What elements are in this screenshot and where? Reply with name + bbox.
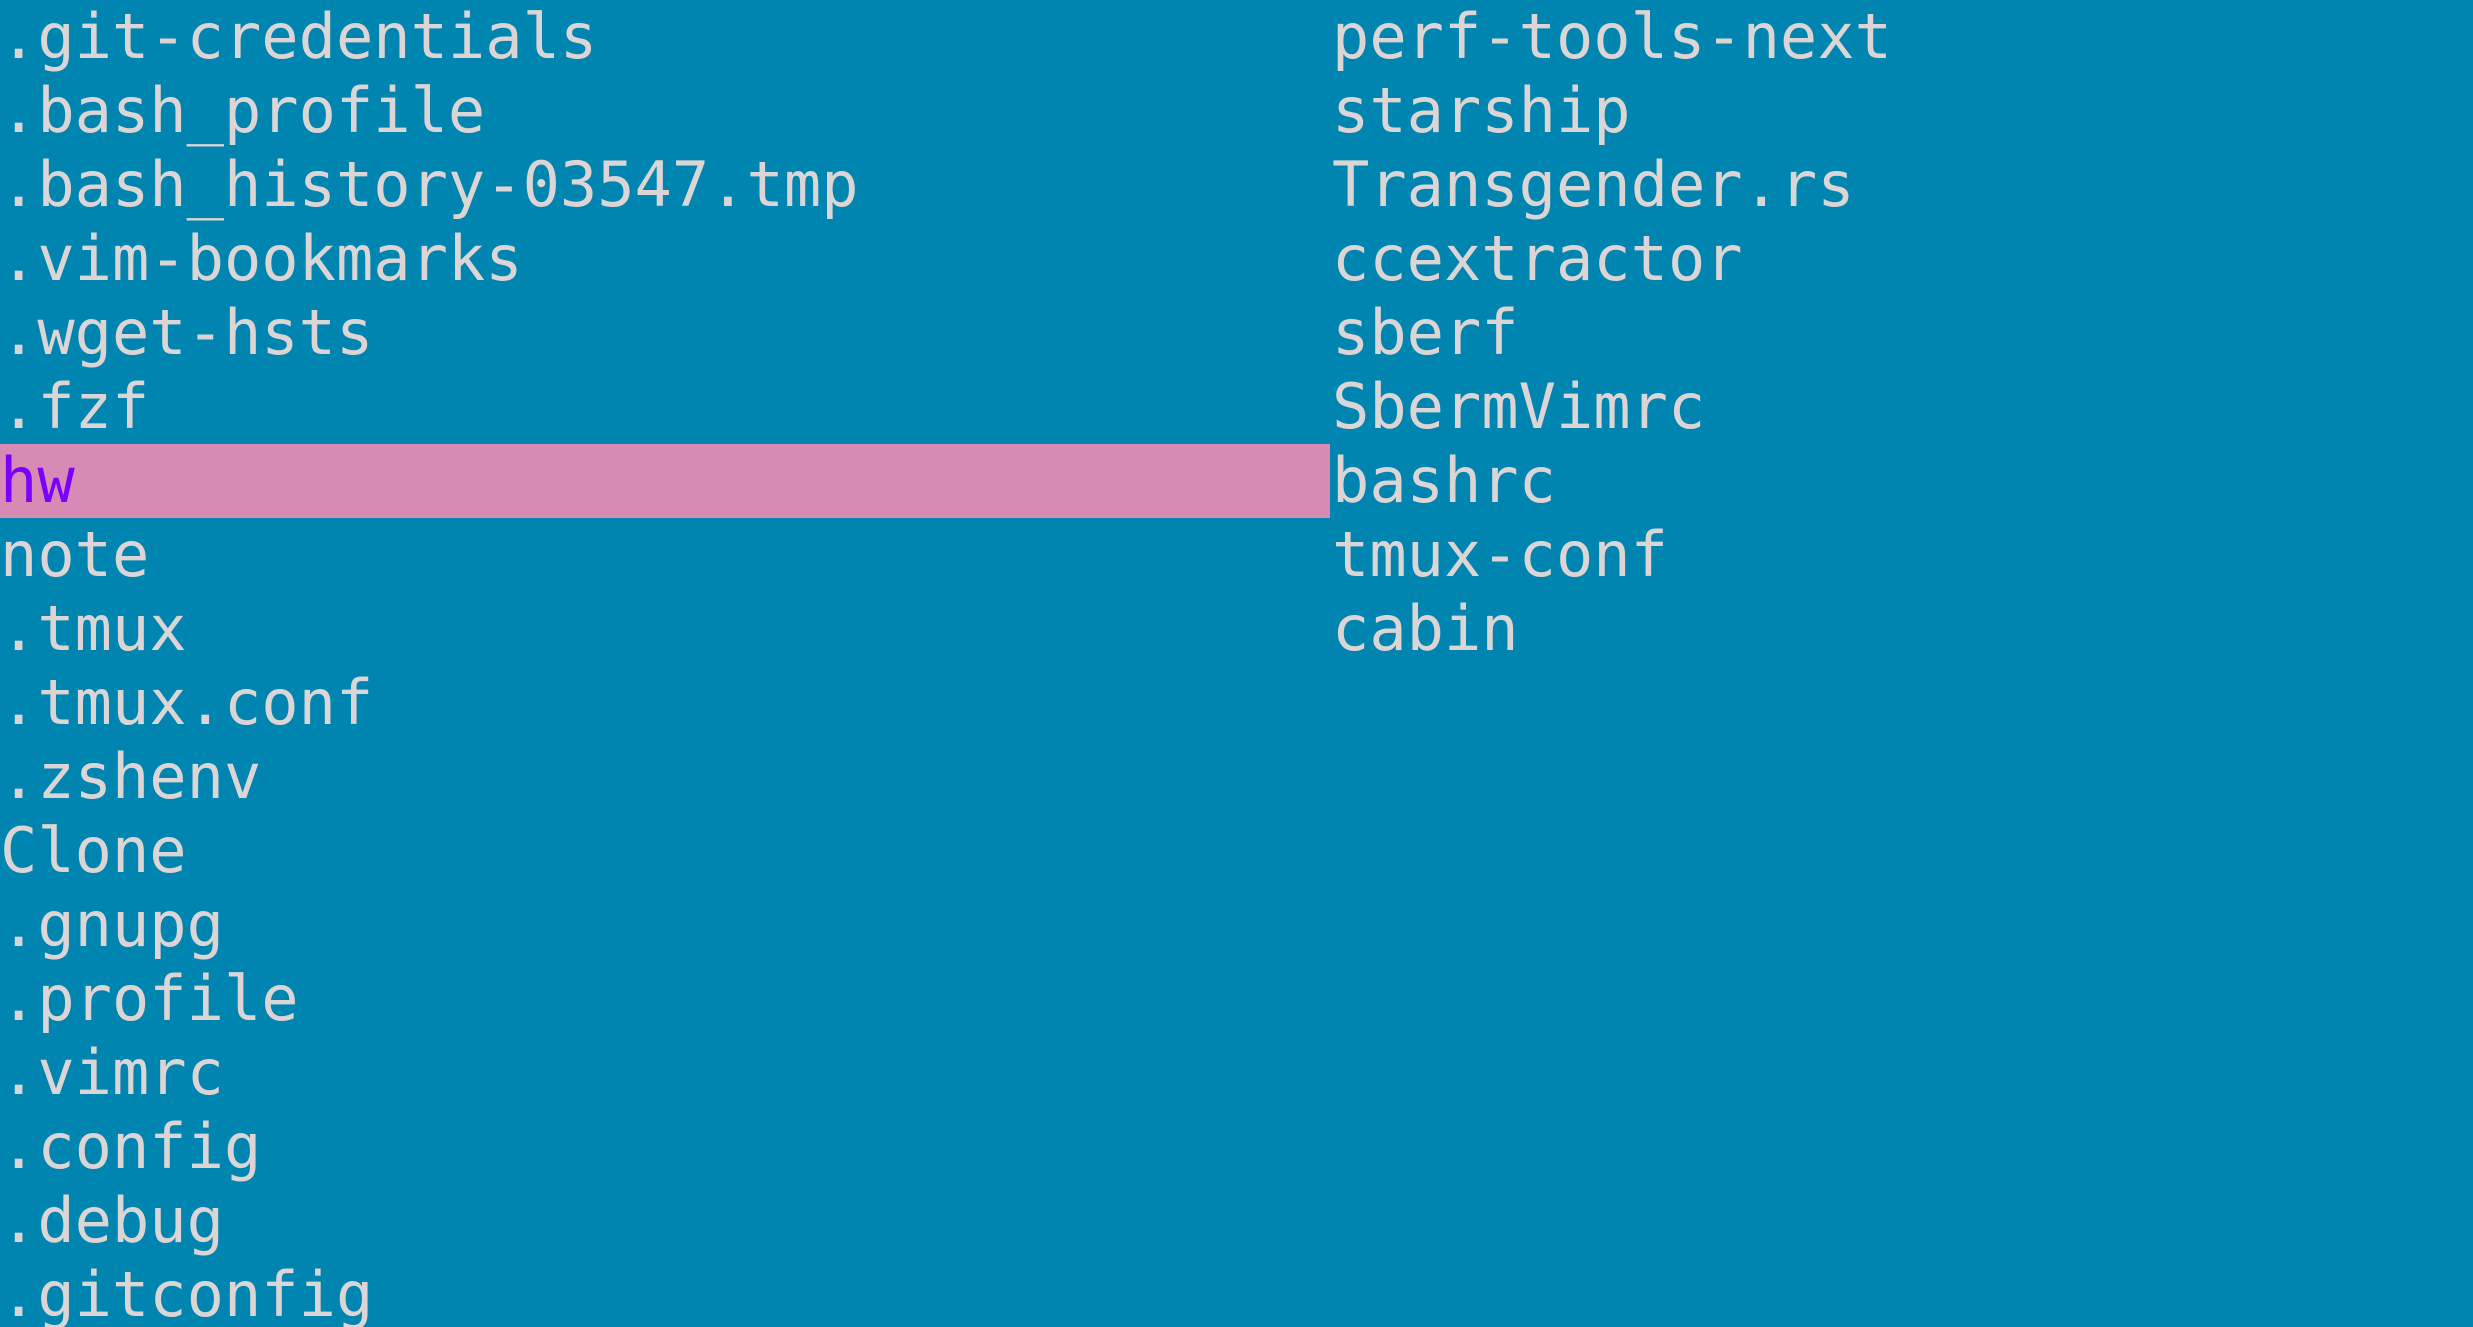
selected-list-item[interactable]: hw: [0, 444, 1330, 518]
list-item[interactable]: Clone: [0, 814, 1330, 888]
list-item[interactable]: note: [0, 518, 1330, 592]
list-item[interactable]: .profile: [0, 962, 1330, 1036]
list-item[interactable]: .bash_profile: [0, 74, 1330, 148]
list-item[interactable]: .debug: [0, 1184, 1330, 1258]
list-item[interactable]: .zshenv: [0, 740, 1330, 814]
list-item[interactable]: .wget-hsts: [0, 296, 1330, 370]
list-item[interactable]: Transgender.rs: [1332, 148, 2472, 222]
list-item[interactable]: .fzf: [0, 370, 1330, 444]
list-item[interactable]: bashrc: [1332, 444, 2472, 518]
list-item[interactable]: tmux-conf: [1332, 518, 2472, 592]
list-item[interactable]: .gnupg: [0, 888, 1330, 962]
list-item[interactable]: ccextractor: [1332, 222, 2472, 296]
list-item[interactable]: .vimrc: [0, 1036, 1330, 1110]
list-item[interactable]: cabin: [1332, 592, 2472, 666]
list-item[interactable]: .tmux.conf: [0, 666, 1330, 740]
list-item[interactable]: .git-credentials: [0, 0, 1330, 74]
list-item[interactable]: .config: [0, 1110, 1330, 1184]
file-list-right-column: perf-tools-next starship Transgender.rs …: [1332, 0, 2472, 666]
terminal-window: .git-credentials .bash_profile .bash_his…: [0, 0, 2473, 1327]
list-item[interactable]: .gitconfig: [0, 1258, 1330, 1327]
list-item[interactable]: SbermVimrc: [1332, 370, 2472, 444]
list-item[interactable]: .tmux: [0, 592, 1330, 666]
list-item[interactable]: starship: [1332, 74, 2472, 148]
list-item[interactable]: sberf: [1332, 296, 2472, 370]
file-list-left-column: .git-credentials .bash_profile .bash_his…: [0, 0, 1330, 1327]
list-item[interactable]: perf-tools-next: [1332, 0, 2472, 74]
list-item[interactable]: .bash_history-03547.tmp: [0, 148, 1330, 222]
list-item[interactable]: .vim-bookmarks: [0, 222, 1330, 296]
